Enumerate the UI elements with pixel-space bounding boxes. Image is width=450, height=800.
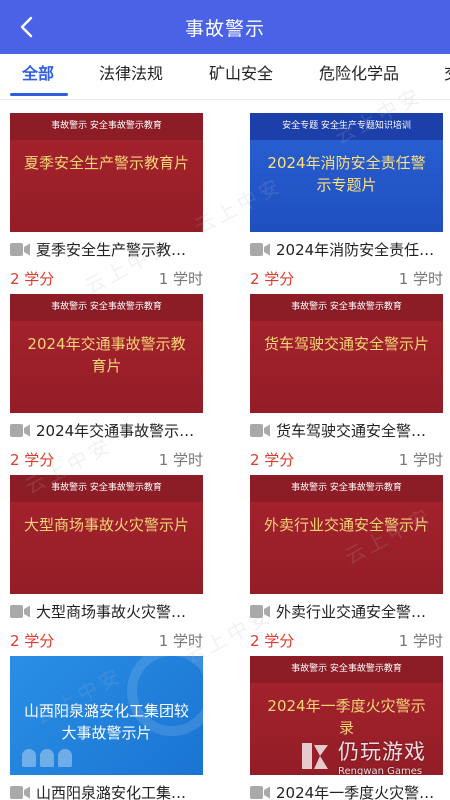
- video-camera-icon: [10, 604, 30, 618]
- course-cover: 事故警示 安全事故警示教育 2024年一季度火灾警示录: [250, 656, 443, 775]
- credits-label: 2 学分: [250, 450, 295, 469]
- hours-label: 1 学时: [398, 269, 443, 288]
- cover-band: 事故警示 安全事故警示教育: [10, 113, 203, 140]
- course-cover: 事故警示 安全事故警示教育 2024年交通事故警示教育片: [10, 294, 203, 413]
- category-tabs: 全部 法律法规 矿山安全 危险化学品 交: [0, 54, 450, 100]
- people-silhouette-icon: [22, 749, 72, 767]
- course-grid: 事故警示 安全事故警示教育 夏季安全生产警示教育片 夏季安全生产警示教… 2 学…: [0, 100, 450, 800]
- hours-label: 1 学时: [158, 269, 203, 288]
- course-meta: 2 学分 1 学时: [10, 267, 203, 289]
- course-title: 2024年交通事故警示…: [36, 421, 195, 440]
- video-camera-icon: [250, 242, 270, 256]
- cover-title: 大型商场事故火灾警示片: [24, 516, 190, 534]
- cover-band: 事故警示 安全事故警示教育: [10, 294, 203, 321]
- credits-label: 2 学分: [250, 269, 295, 288]
- course-title: 2024年一季度火灾警…: [276, 783, 435, 800]
- course-card[interactable]: 事故警示 安全事故警示教育 外卖行业交通安全警示片 外卖行业交通安全警… 2 学…: [250, 475, 443, 651]
- credits-label: 2 学分: [10, 450, 55, 469]
- cover-title: 外卖行业交通安全警示片: [264, 516, 430, 534]
- video-camera-icon: [10, 242, 30, 256]
- course-meta: 2 学分 1 学时: [250, 448, 443, 470]
- tab-mine-safety[interactable]: 矿山安全: [209, 54, 273, 99]
- course-card[interactable]: 事故警示 安全事故警示教育 夏季安全生产警示教育片 夏季安全生产警示教… 2 学…: [10, 113, 203, 289]
- course-title-row: 2024年消防安全责任…: [250, 238, 443, 260]
- course-title-row: 2024年一季度火灾警…: [250, 781, 443, 800]
- cover-band: 事故警示 安全事故警示教育: [10, 475, 203, 502]
- course-meta: 2 学分 1 学时: [250, 267, 443, 289]
- cover-title: 2024年消防安全责任警示专题片: [267, 154, 426, 194]
- cover-title: 山西阳泉潞安化工集团较大事故警示片: [24, 702, 190, 742]
- video-camera-icon: [250, 423, 270, 437]
- course-card[interactable]: 事故警示 安全事故警示教育 货车驾驶交通安全警示片 货车驾驶交通安全警… 2 学…: [250, 294, 443, 470]
- course-cover: 事故警示 安全事故警示教育 夏季安全生产警示教育片: [10, 113, 203, 232]
- course-card[interactable]: 安全专题 安全生产专题知识培训 2024年消防安全责任警示专题片 2024年消防…: [250, 113, 443, 289]
- course-title: 夏季安全生产警示教…: [36, 240, 187, 259]
- cover-band: 事故警示 安全事故警示教育: [250, 656, 443, 683]
- credits-label: 2 学分: [10, 631, 55, 650]
- course-card[interactable]: 山西阳泉潞安化工集团较大事故警示片 山西阳泉潞安化工集…: [10, 656, 203, 800]
- tab-laws[interactable]: 法律法规: [99, 54, 163, 99]
- hours-label: 1 学时: [158, 450, 203, 469]
- course-title: 货车驾驶交通安全警…: [276, 421, 427, 440]
- cover-band: 事故警示 安全事故警示教育: [250, 294, 443, 321]
- course-card[interactable]: 事故警示 安全事故警示教育 大型商场事故火灾警示片 大型商场事故火灾警… 2 学…: [10, 475, 203, 651]
- course-cover: 事故警示 安全事故警示教育 外卖行业交通安全警示片: [250, 475, 443, 594]
- tab-traffic[interactable]: 交: [444, 54, 450, 99]
- course-title-row: 夏季安全生产警示教…: [10, 238, 203, 260]
- hours-label: 1 学时: [158, 631, 203, 650]
- page-title: 事故警示: [184, 17, 265, 40]
- course-card[interactable]: 事故警示 安全事故警示教育 2024年交通事故警示教育片 2024年交通事故警示…: [10, 294, 203, 470]
- cover-title: 2024年交通事故警示教育片: [27, 335, 186, 375]
- cover-band: 事故警示 安全事故警示教育: [250, 475, 443, 502]
- course-card[interactable]: 事故警示 安全事故警示教育 2024年一季度火灾警示录 2024年一季度火灾警…: [250, 656, 443, 800]
- course-meta: 2 学分 1 学时: [10, 448, 203, 470]
- course-title-row: 货车驾驶交通安全警…: [250, 419, 443, 441]
- course-cover: 事故警示 安全事故警示教育 货车驾驶交通安全警示片: [250, 294, 443, 413]
- back-button[interactable]: [8, 9, 44, 45]
- cover-title: 货车驾驶交通安全警示片: [264, 335, 430, 353]
- video-camera-icon: [250, 785, 270, 799]
- course-title-row: 2024年交通事故警示…: [10, 419, 203, 441]
- course-title: 大型商场事故火灾警…: [36, 602, 187, 621]
- video-camera-icon: [10, 423, 30, 437]
- course-cover: 事故警示 安全事故警示教育 大型商场事故火灾警示片: [10, 475, 203, 594]
- course-title-row: 山西阳泉潞安化工集…: [10, 781, 203, 800]
- video-camera-icon: [10, 785, 30, 799]
- course-title: 2024年消防安全责任…: [276, 240, 435, 259]
- cover-band: 安全专题 安全生产专题知识培训: [250, 113, 443, 140]
- video-camera-icon: [250, 604, 270, 618]
- course-title: 外卖行业交通安全警…: [276, 602, 427, 621]
- tab-hazardous-chemicals[interactable]: 危险化学品: [319, 54, 399, 99]
- chevron-left-icon: [20, 16, 33, 38]
- course-title-row: 大型商场事故火灾警…: [10, 600, 203, 622]
- course-cover: 安全专题 安全生产专题知识培训 2024年消防安全责任警示专题片: [250, 113, 443, 232]
- credits-label: 2 学分: [250, 631, 295, 650]
- course-title: 山西阳泉潞安化工集…: [36, 783, 187, 800]
- course-meta: 2 学分 1 学时: [10, 629, 203, 651]
- course-meta: 2 学分 1 学时: [250, 629, 443, 651]
- cover-title: 2024年一季度火灾警示录: [267, 697, 426, 737]
- tab-active-indicator: [10, 93, 68, 96]
- hours-label: 1 学时: [398, 450, 443, 469]
- top-bar: 事故警示: [0, 0, 450, 54]
- course-title-row: 外卖行业交通安全警…: [250, 600, 443, 622]
- course-cover: 山西阳泉潞安化工集团较大事故警示片: [10, 656, 203, 775]
- hours-label: 1 学时: [398, 631, 443, 650]
- credits-label: 2 学分: [10, 269, 55, 288]
- cover-title: 夏季安全生产警示教育片: [24, 154, 190, 172]
